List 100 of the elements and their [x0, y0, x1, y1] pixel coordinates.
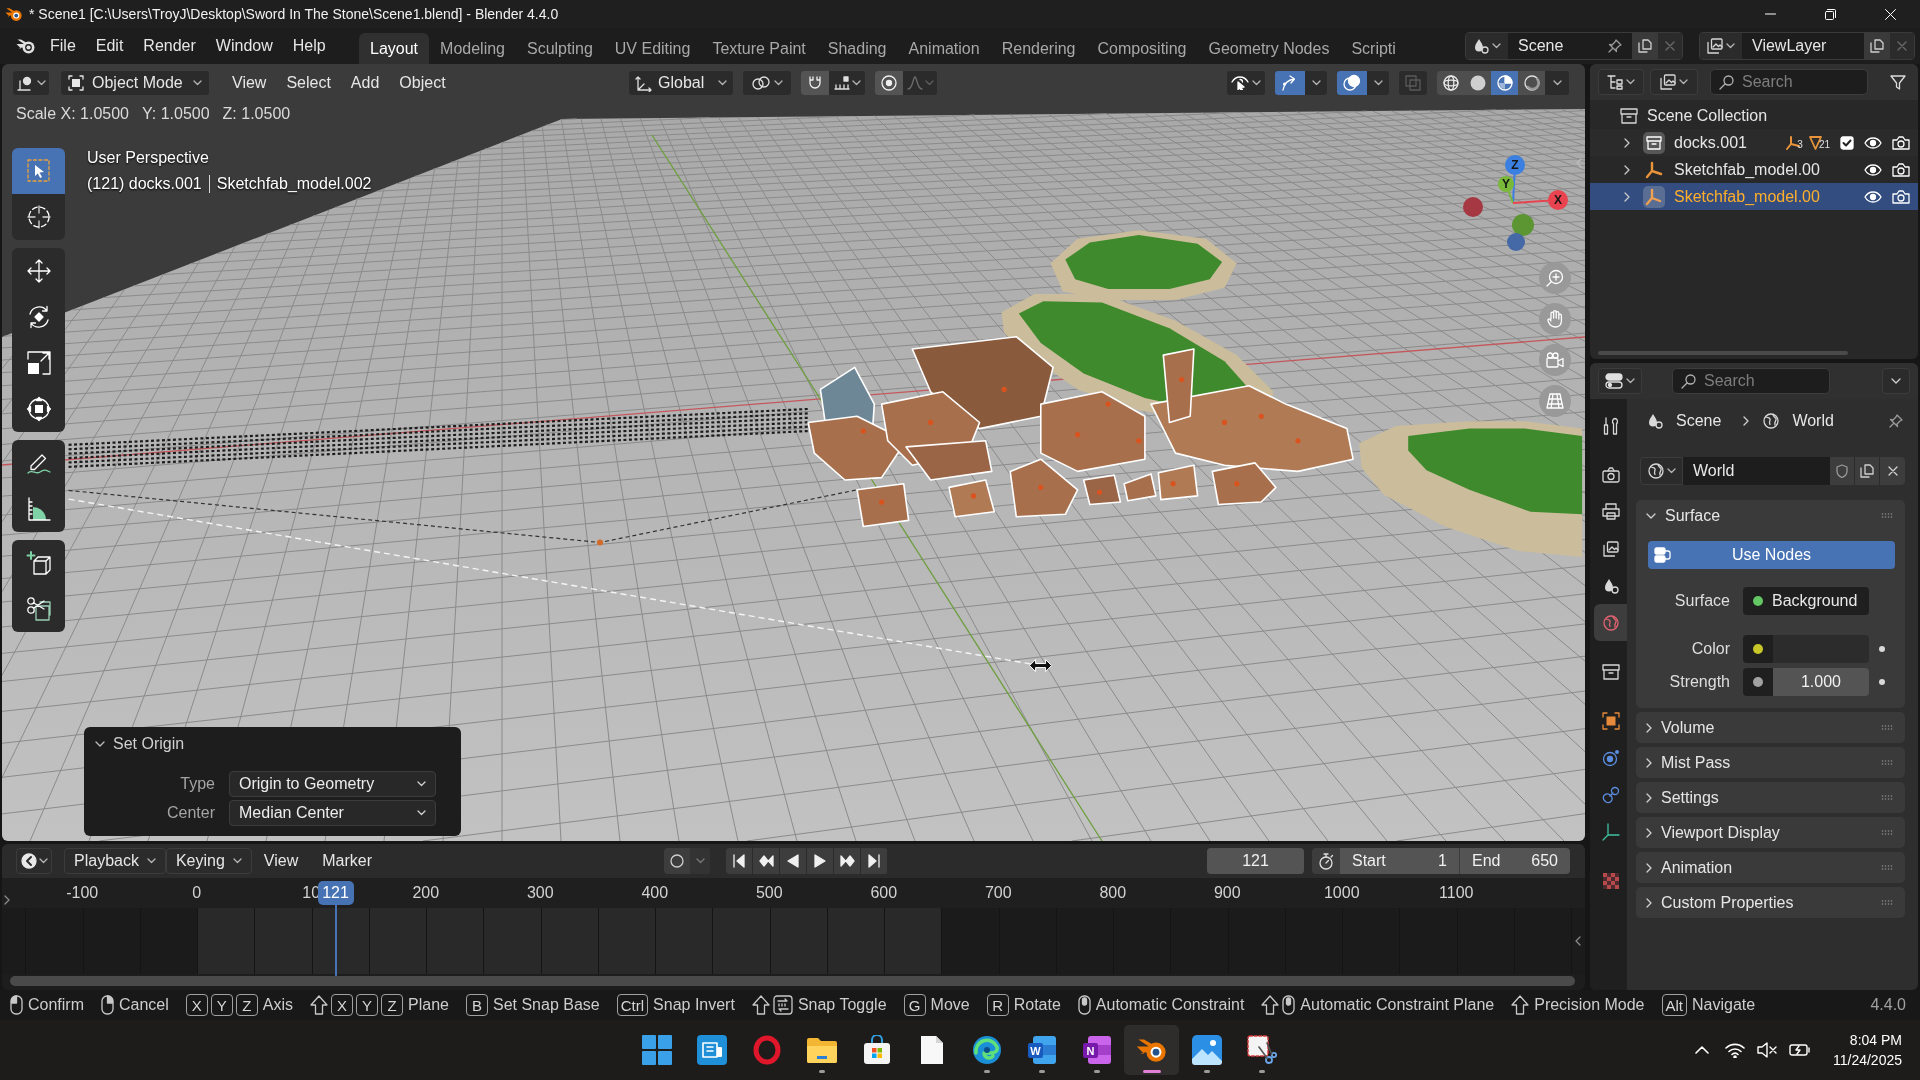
playback-button[interactable]	[861, 848, 888, 874]
xray-toggle[interactable]	[1398, 70, 1428, 96]
shading-mode-button[interactable]	[1518, 71, 1545, 95]
panel-title[interactable]: Settings	[1661, 789, 1719, 806]
menu-item[interactable]: Render	[133, 32, 206, 60]
workspace-tab[interactable]: Modeling	[429, 33, 516, 64]
taskbar-app[interactable]	[1124, 1025, 1179, 1075]
workspace-tab[interactable]: Shading	[816, 33, 898, 64]
menu-item[interactable]: Select	[276, 70, 341, 96]
breadcrumb-item[interactable]: Scene	[1676, 413, 1722, 429]
select-box-tool[interactable]	[12, 148, 65, 194]
shading-mode-button[interactable]	[1437, 71, 1464, 95]
overlays-toggle[interactable]	[1337, 71, 1367, 95]
shading-mode-button[interactable]	[1491, 71, 1518, 95]
menu-item[interactable]: Add	[340, 70, 390, 96]
view-layer-browse-button[interactable]	[1700, 33, 1742, 59]
panel-title[interactable]: Custom Properties	[1661, 894, 1794, 911]
display-mode-dropdown[interactable]	[1598, 69, 1644, 95]
shading-mode-button[interactable]	[1464, 71, 1491, 95]
duplicate-button[interactable]	[1855, 457, 1880, 485]
workspace-tab[interactable]: UV Editing	[603, 33, 702, 64]
playback-button[interactable]	[834, 848, 861, 874]
playback-button[interactable]	[753, 848, 780, 874]
option-dropdown[interactable]: Median Center	[229, 800, 436, 826]
annotate-tool[interactable]	[12, 440, 65, 486]
option-dropdown[interactable]: Origin to Geometry	[229, 771, 436, 797]
workspace-tab[interactable]: Rendering	[990, 33, 1087, 64]
editor-type-dropdown[interactable]	[16, 848, 52, 874]
menu-item[interactable]: View	[222, 70, 277, 96]
menu-item[interactable]: Edit	[85, 32, 134, 60]
playback-button[interactable]	[807, 848, 834, 874]
workspace-tab[interactable]: Scripti	[1340, 33, 1407, 64]
axis-ball[interactable]: Z	[1505, 155, 1525, 175]
editor-type-dropdown[interactable]	[1598, 368, 1642, 394]
world-browse-button[interactable]	[1640, 457, 1683, 485]
workspace-tab[interactable]: Sculpting	[516, 33, 604, 64]
unlink-button[interactable]	[1658, 33, 1682, 59]
duplicate-button[interactable]	[1864, 33, 1890, 59]
workspace-tab[interactable]: Layout	[359, 33, 430, 64]
start-frame-field[interactable]: Start 1	[1340, 848, 1460, 874]
exclude-checkbox[interactable]	[1840, 135, 1854, 150]
mode-dropdown[interactable]: Object Mode	[60, 70, 210, 96]
gizmo-toggle[interactable]	[1275, 71, 1305, 95]
duplicate-button[interactable]	[1632, 33, 1658, 59]
measure-tool[interactable]	[12, 486, 65, 532]
playhead-frame[interactable]: 121	[317, 881, 354, 905]
panel-title[interactable]: Surface	[1665, 507, 1721, 524]
unlink-button[interactable]	[1880, 457, 1905, 485]
axis-ball[interactable]	[1507, 233, 1525, 251]
menu-dropdown[interactable]: Keying	[165, 848, 252, 874]
menu-item[interactable]: Object	[389, 70, 456, 96]
search-field[interactable]: Search	[1710, 69, 1868, 95]
menu-item[interactable]: File	[40, 32, 86, 60]
workspace-tab[interactable]: Compositing	[1086, 33, 1198, 64]
panel-title[interactable]: Animation	[1661, 859, 1733, 876]
transform-tool[interactable]	[12, 386, 65, 432]
axis-ball[interactable]: Y	[1498, 176, 1514, 192]
outliner-row[interactable]: Sketchfab_model.00	[1590, 183, 1918, 210]
breadcrumb-item[interactable]: World	[1792, 413, 1834, 429]
menu-item[interactable]: View	[251, 848, 311, 874]
end-frame-field[interactable]: End 650	[1460, 848, 1570, 874]
orientation-dropdown[interactable]: Global	[628, 70, 734, 96]
menu-item[interactable]: Marker	[310, 848, 384, 874]
menu-item[interactable]: Help	[282, 32, 336, 60]
current-frame-field[interactable]: 121	[1207, 848, 1304, 874]
workspace-tab[interactable]: Texture Paint	[701, 33, 817, 64]
visibility-dropdown[interactable]	[1226, 70, 1266, 96]
workspace-tab[interactable]: Animation	[897, 33, 991, 64]
taskbar-app[interactable]: W	[1014, 1025, 1069, 1075]
pivot-dropdown[interactable]	[742, 70, 792, 96]
workspace-tab[interactable]: Geometry Nodes	[1197, 33, 1341, 64]
panel-title[interactable]: Mist Pass	[1661, 754, 1731, 771]
world-name-field[interactable]: World	[1683, 457, 1830, 485]
scene-browse-button[interactable]	[1466, 33, 1508, 59]
preview-range-toggle[interactable]	[1312, 848, 1340, 874]
editor-type-dropdown[interactable]	[12, 70, 50, 96]
axis-ball[interactable]	[1463, 197, 1483, 217]
proportional-edit-toggle[interactable]	[875, 71, 903, 95]
view-layer-dropdown[interactable]	[1650, 69, 1698, 95]
shader-link-field[interactable]: Background	[1743, 587, 1869, 615]
options-dropdown[interactable]	[1882, 368, 1910, 394]
taskbar-app[interactable]: N	[1069, 1025, 1124, 1075]
unlink-button[interactable]	[1890, 33, 1914, 59]
fake-user-button[interactable]	[1830, 457, 1855, 485]
move-tool[interactable]	[12, 248, 65, 294]
menu-dropdown[interactable]: Playback	[64, 848, 166, 874]
snap-toggle[interactable]	[801, 71, 829, 95]
cut-tool[interactable]	[12, 586, 65, 632]
playback-button[interactable]	[726, 848, 753, 874]
menu-item[interactable]: Window	[205, 32, 283, 60]
axis-ball[interactable]: X	[1548, 190, 1568, 210]
use-nodes-button[interactable]: Use Nodes	[1648, 541, 1895, 569]
playback-button[interactable]	[780, 848, 807, 874]
number-field[interactable]: 1.000	[1773, 668, 1869, 696]
color-swatch-field[interactable]	[1773, 635, 1869, 663]
add-cube-tool[interactable]	[12, 540, 65, 586]
cursor-tool[interactable]	[12, 194, 65, 240]
search-field[interactable]: Search	[1672, 368, 1830, 394]
panel-title[interactable]: Viewport Display	[1661, 824, 1780, 841]
panel-title[interactable]: Volume	[1661, 719, 1715, 736]
